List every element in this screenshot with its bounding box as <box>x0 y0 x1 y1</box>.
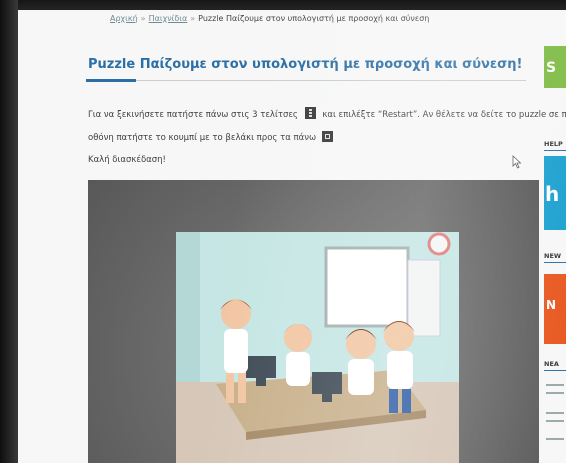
sidebar-banner-green[interactable]: S <box>544 46 566 88</box>
sidebar-banner-green-text: S <box>546 60 557 76</box>
breadcrumb: Αρχική» Παιχνίδια» Puzzle Παίζουμε στον υπ… <box>110 14 429 23</box>
sidebar-heading-help: HELP <box>544 140 563 148</box>
have-fun-text: Καλή διασκέδαση! <box>88 155 166 165</box>
instructions-line-2: οθόνη πατήστε το κουμπί με το βελάκι προ… <box>88 131 333 143</box>
sidebar-divider <box>544 262 566 263</box>
sidebar-banner-orange-text: N <box>546 298 557 312</box>
puzzle-game-frame[interactable] <box>88 180 539 463</box>
instructions-text-start: Για να ξεκινήσετε πατήστε πάνω στις 3 τε… <box>88 110 298 120</box>
breadcrumb-section-link[interactable]: Παιχνίδια <box>149 14 188 23</box>
sidebar-divider <box>544 370 566 371</box>
page-title: Puzzle Παίζουμε στον υπολογιστή με προσο… <box>88 57 523 72</box>
sidebar-banner-blue-text: h <box>545 182 560 206</box>
sidebar-divider <box>544 150 566 151</box>
sidebar-list-item[interactable] <box>546 392 564 394</box>
title-accent-bar <box>86 79 136 82</box>
browser-viewport: Αρχική» Παιχνίδια» Puzzle Παίζουμε στον υπ… <box>18 10 566 463</box>
instructions-text-end: και επιλέξτε “Restart”. Αν θέλετε να δεί… <box>322 110 566 120</box>
sidebar-list-item[interactable] <box>546 412 564 414</box>
breadcrumb-separator: » <box>190 14 196 23</box>
sidebar-list-item[interactable] <box>546 384 564 386</box>
title-divider <box>86 80 526 81</box>
fullscreen-instructions-text: οθόνη πατήστε το κουμπί με το βελάκι προ… <box>88 133 317 143</box>
sidebar-heading-recent: ΝΕΑ <box>544 360 559 368</box>
sidebar-banner-orange[interactable]: N <box>544 274 566 344</box>
sidebar-banner-blue[interactable]: h <box>544 156 566 230</box>
sidebar-list-item[interactable] <box>546 438 564 440</box>
breadcrumb-current: Puzzle Παίζουμε στον υπολογιστή με προσο… <box>198 14 430 23</box>
instructions-line-1: Για να ξεκινήσετε πατήστε πάνω στις 3 τε… <box>88 107 566 120</box>
puzzle-image-classroom[interactable] <box>176 232 459 463</box>
right-sidebar: S HELP h NEW N ΝΕΑ <box>544 32 566 463</box>
fullscreen-icon <box>321 131 333 142</box>
breadcrumb-home-link[interactable]: Αρχική <box>110 14 138 23</box>
three-dots-menu-icon <box>304 107 316 119</box>
breadcrumb-separator: » <box>140 14 146 23</box>
mouse-cursor-icon <box>512 155 522 169</box>
sidebar-list-item[interactable] <box>546 420 564 422</box>
monitor-bezel-left <box>0 0 18 463</box>
classroom-illustration <box>176 232 459 463</box>
sidebar-heading-news: NEW <box>544 252 562 260</box>
